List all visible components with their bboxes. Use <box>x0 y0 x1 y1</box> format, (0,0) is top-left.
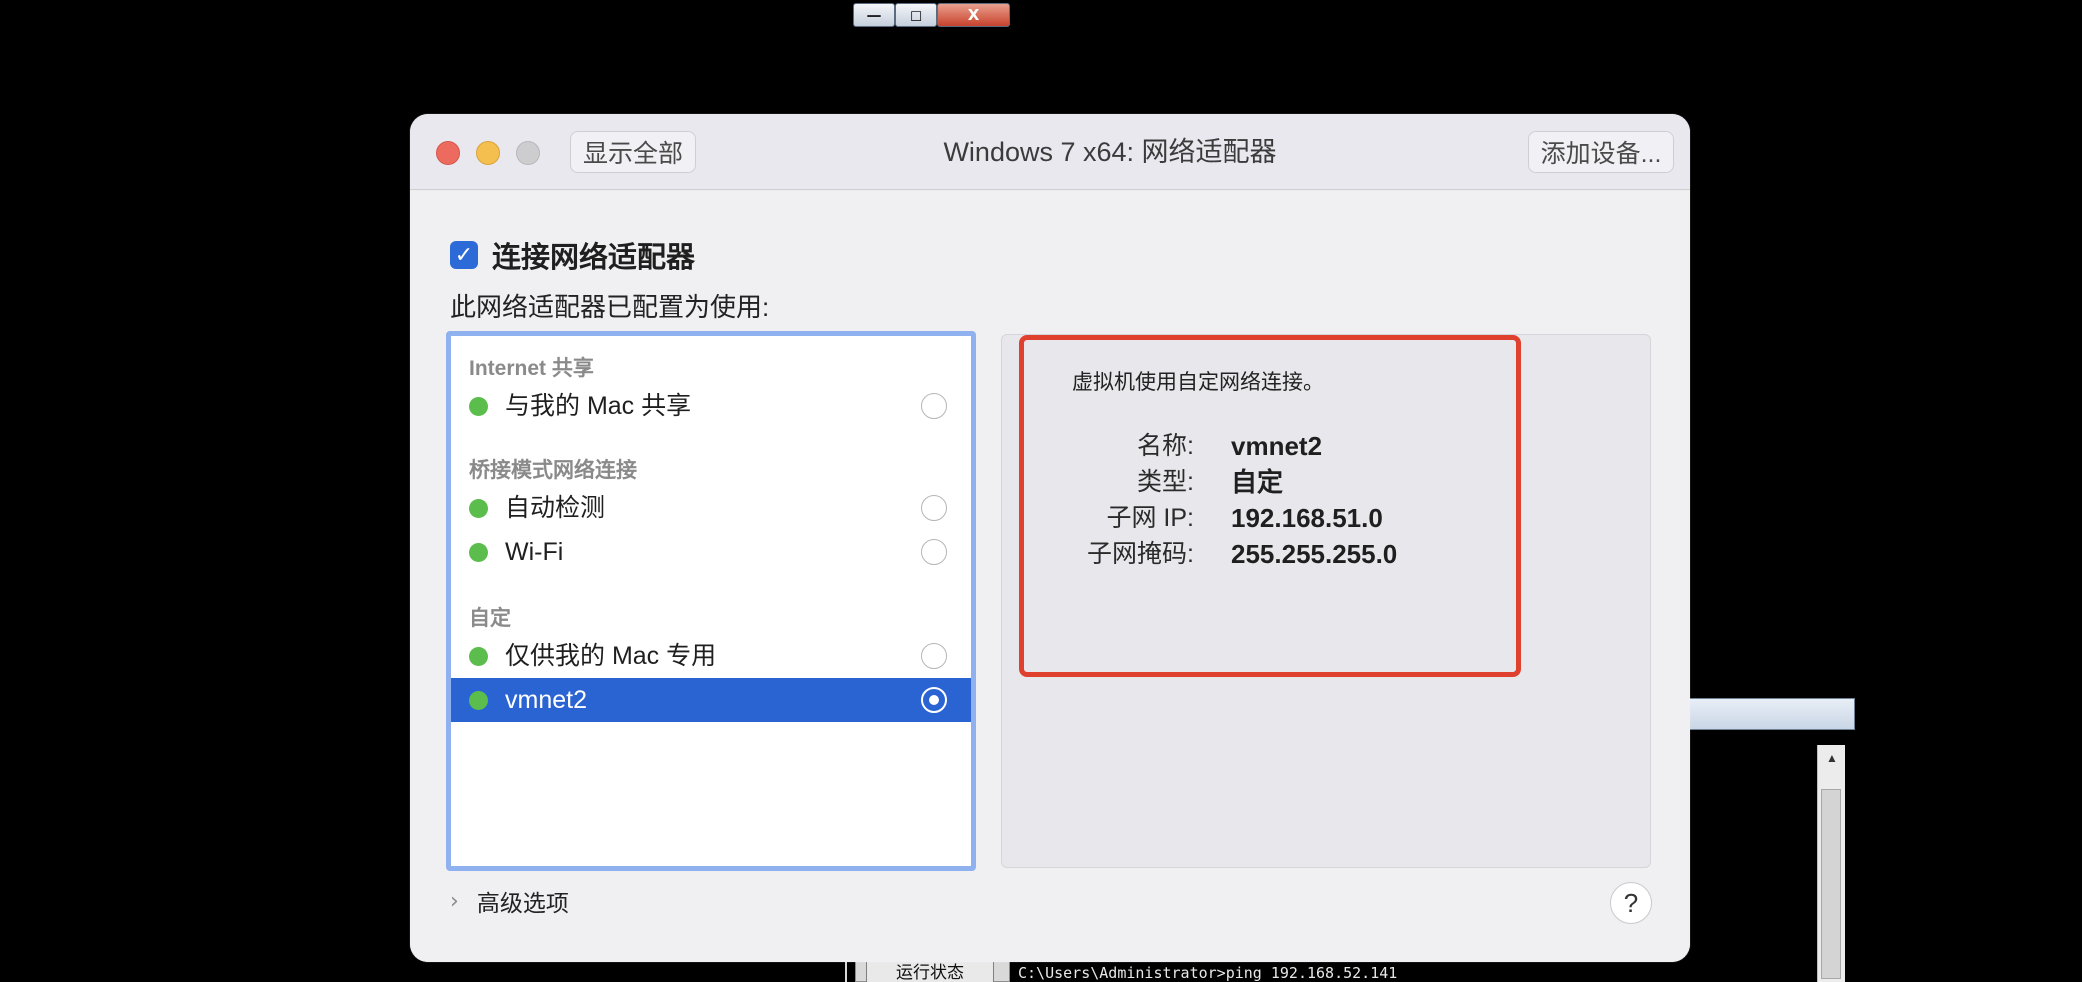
status-dot-icon <box>469 543 488 562</box>
window-title: Windows 7 x64: 网络适配器 <box>943 137 1277 167</box>
status-dot-icon <box>469 647 488 666</box>
detail-value-subnet-mask: 255.255.255.0 <box>1231 539 1398 569</box>
background-close-button[interactable]: X <box>937 3 1010 27</box>
radio-button[interactable] <box>921 539 947 565</box>
detail-key-type: 类型: <box>1137 468 1194 496</box>
background-minimize-button[interactable]: — <box>853 3 895 27</box>
advanced-options-label: 高级选项 <box>476 890 569 916</box>
adapter-details-panel: 虚拟机使用自定网络连接。 名称: vmnet2 类型: 自定 子网 IP: 19… <box>1001 334 1651 868</box>
detail-row-name: 名称: vmnet2 <box>1024 426 1524 466</box>
scroll-up-icon[interactable]: ▲ <box>1818 745 1846 771</box>
detail-value-name: vmnet2 <box>1231 431 1323 461</box>
detail-key-subnet-mask: 子网掩码: <box>1087 540 1194 568</box>
chevron-right-icon[interactable]: › <box>450 889 459 914</box>
connect-adapter-row[interactable]: ✓ 连接网络适配器 <box>450 235 695 275</box>
close-window-icon[interactable] <box>436 141 460 165</box>
group-header-internet-sharing: Internet 共享 <box>469 357 594 380</box>
details-description: 虚拟机使用自定网络连接。 <box>1072 371 1324 394</box>
detail-key-name: 名称: <box>1137 432 1194 460</box>
group-header-bridged: 桥接模式网络连接 <box>469 459 637 482</box>
group-header-custom: 自定 <box>469 607 511 630</box>
config-label: 此网络适配器已配置为使用: <box>450 292 770 322</box>
connect-adapter-label: 连接网络适配器 <box>492 242 696 274</box>
console-command-line: C:\Users\Administrator>ping 192.168.52.1… <box>1018 964 1398 982</box>
help-button[interactable]: ? <box>1610 882 1652 924</box>
advanced-options-disclosure[interactable]: › 高级选项 <box>450 883 569 919</box>
detail-row-subnet-mask: 子网掩码: 255.255.255.0 <box>1024 534 1524 574</box>
background-scrollbar[interactable]: ▲ <box>1817 745 1845 982</box>
detail-key-subnet-ip: 子网 IP: <box>1106 504 1194 532</box>
list-item-vmnet2[interactable]: vmnet2 <box>451 678 971 722</box>
connect-adapter-checkbox[interactable]: ✓ <box>450 241 478 269</box>
radio-button[interactable] <box>921 643 947 669</box>
list-item-autodetect[interactable]: 自动检测 <box>451 486 971 530</box>
dialog-titlebar: 显示全部 Windows 7 x64: 网络适配器 添加设备... <box>410 114 1690 190</box>
list-item-label: vmnet2 <box>505 686 587 714</box>
radio-button-selected[interactable] <box>921 687 947 713</box>
network-adapter-dialog: 显示全部 Windows 7 x64: 网络适配器 添加设备... ✓ 连接网络… <box>410 114 1690 962</box>
detail-value-type: 自定 <box>1231 467 1284 497</box>
adapter-list[interactable]: Internet 共享 与我的 Mac 共享 桥接模式网络连接 自动检测 Wi-… <box>446 331 976 871</box>
add-device-button[interactable]: 添加设备... <box>1528 131 1674 173</box>
list-item-label: 仅供我的 Mac 专用 <box>505 642 717 670</box>
radio-dot-icon <box>929 695 939 705</box>
detail-row-subnet-ip: 子网 IP: 192.168.51.0 <box>1024 498 1524 538</box>
radio-button[interactable] <box>921 393 947 419</box>
status-dot-icon <box>469 691 488 710</box>
detail-row-type: 类型: 自定 <box>1024 462 1524 502</box>
list-item-label: 自动检测 <box>505 494 606 522</box>
zoom-window-icon[interactable] <box>516 141 540 165</box>
detail-value-subnet-ip: 192.168.51.0 <box>1231 503 1383 533</box>
background-maximize-button[interactable]: ◻ <box>895 3 937 27</box>
list-item-share-with-mac[interactable]: 与我的 Mac 共享 <box>451 384 971 428</box>
list-item-wifi[interactable]: Wi-Fi <box>451 530 971 574</box>
dialog-body: ✓ 连接网络适配器 此网络适配器已配置为使用: Internet 共享 与我的 … <box>410 191 1690 962</box>
radio-button[interactable] <box>921 495 947 521</box>
list-item-label: 与我的 Mac 共享 <box>505 392 692 420</box>
status-dot-icon <box>469 499 488 518</box>
scrollbar-thumb[interactable] <box>1821 789 1841 979</box>
status-dot-icon <box>469 397 488 416</box>
show-all-button[interactable]: 显示全部 <box>570 131 696 173</box>
list-item-private-to-mac[interactable]: 仅供我的 Mac 专用 <box>451 634 971 678</box>
minimize-window-icon[interactable] <box>476 141 500 165</box>
list-item-label: Wi-Fi <box>505 538 564 566</box>
details-highlight-box: 虚拟机使用自定网络连接。 名称: vmnet2 类型: 自定 子网 IP: 19… <box>1019 335 1521 677</box>
